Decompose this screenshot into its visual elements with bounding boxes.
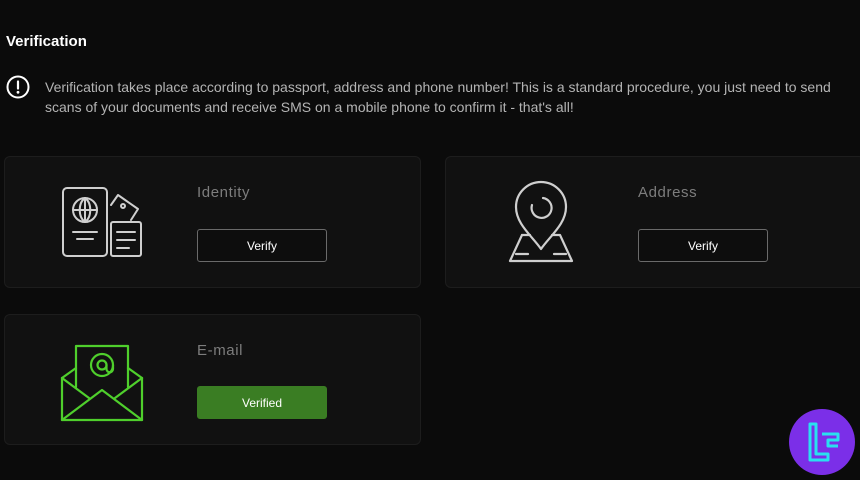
address-verify-button[interactable]: Verify [638, 229, 768, 262]
email-title: E-mail [197, 342, 244, 359]
brand-logo [789, 409, 855, 475]
identity-verify-button[interactable]: Verify [197, 229, 327, 262]
identity-card: Identity Verify [4, 156, 421, 288]
envelope-at-icon [60, 344, 144, 422]
page-title: Verification [6, 33, 87, 50]
exclamation-circle-icon [6, 75, 30, 99]
address-title: Address [638, 184, 698, 201]
map-pin-icon [508, 180, 574, 263]
passport-icon [62, 187, 142, 257]
verification-notice: Verification takes place according to pa… [45, 79, 831, 115]
email-card: E-mail Verified [4, 314, 421, 445]
identity-title: Identity [197, 184, 251, 201]
address-card: Address Verify [445, 156, 860, 288]
email-verified-button[interactable]: Verified [197, 386, 327, 419]
